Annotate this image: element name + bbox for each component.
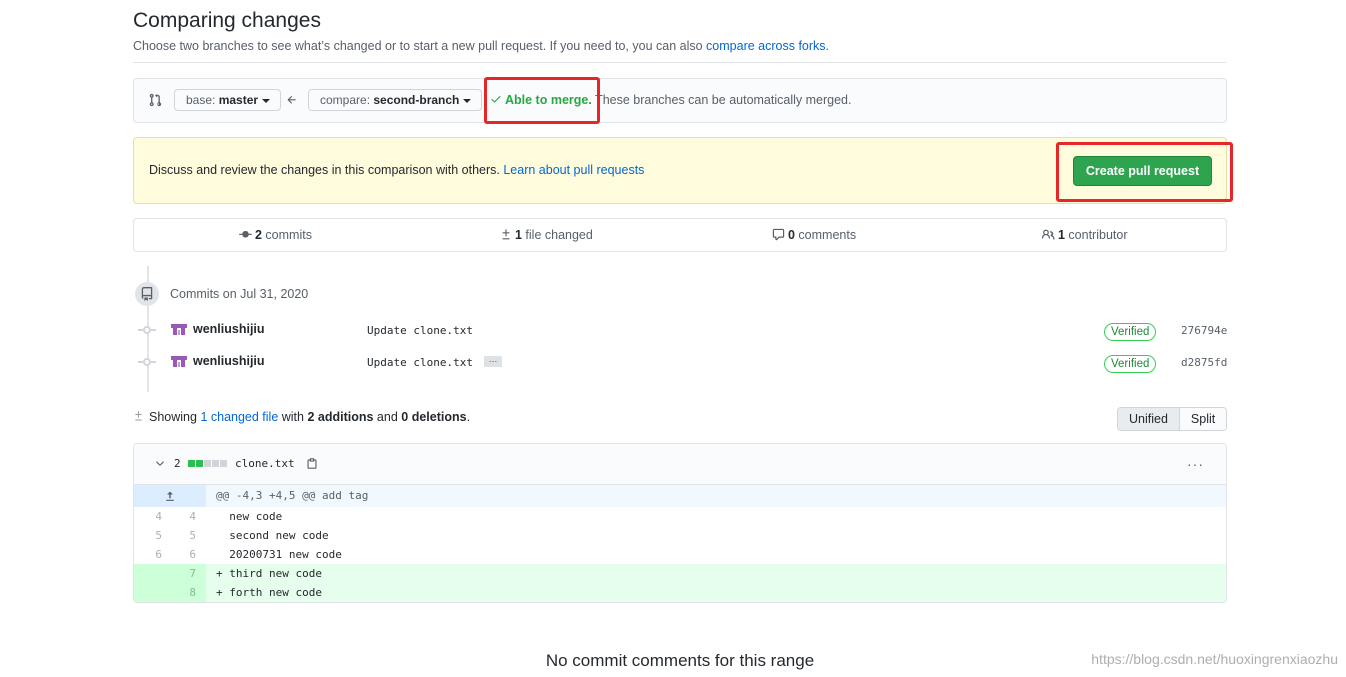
arrow-left-icon xyxy=(287,96,296,104)
summary-prefix: Showing xyxy=(149,410,201,424)
new-line-number[interactable]: 6 xyxy=(158,545,196,564)
hunk-header: @@ -4,3 +4,5 @@ add tag xyxy=(216,489,369,502)
files-label: file changed xyxy=(521,228,593,242)
learn-about-prs-link[interactable]: Learn about pull requests xyxy=(503,163,644,177)
file-header: 2 clone.txt ··· xyxy=(134,444,1226,485)
avatar[interactable] xyxy=(171,323,187,339)
repo-push-icon xyxy=(135,282,159,306)
chevron-down-icon[interactable] xyxy=(154,457,166,469)
caret-down-icon xyxy=(463,98,472,103)
file-diff: 2 clone.txt ··· @@ -4,3 +4,5 @@ add tag … xyxy=(133,443,1227,603)
comments-count: 0 xyxy=(788,228,795,242)
contributors-label: contributor xyxy=(1064,228,1128,242)
commit-message[interactable]: Update clone.txt xyxy=(367,324,473,337)
title-divider xyxy=(133,62,1226,63)
base-label: base: xyxy=(186,93,219,107)
deletions-count: 0 deletions xyxy=(401,410,467,424)
base-branch-select[interactable]: base: master xyxy=(174,89,282,111)
commit-sha[interactable]: d2875fd xyxy=(1181,356,1227,369)
new-line-number[interactable]: 5 xyxy=(158,526,196,545)
diff-line: 4 4 new code xyxy=(134,507,1226,526)
compare-bar: base: master compare: second-branch Able… xyxy=(133,78,1227,123)
summary-and: and xyxy=(373,410,402,424)
annotation-box-create-pr xyxy=(1056,142,1233,202)
compare-across-forks-link[interactable]: compare across forks. xyxy=(706,39,829,53)
files-changed-stat[interactable]: 1 file changed xyxy=(500,228,593,242)
comments-label: comments xyxy=(794,228,857,242)
commits-stat[interactable]: 2 commits xyxy=(239,228,312,242)
commit-author[interactable]: wenliushijiu xyxy=(193,322,265,336)
commit-node xyxy=(138,326,156,334)
verified-badge[interactable]: Verified xyxy=(1104,323,1157,341)
diff-line: 5 5 second new code xyxy=(134,526,1226,545)
diff-summary: Showing 1 changed file with 2 additions … xyxy=(133,410,470,424)
commits-date-heading: Commits on Jul 31, 2020 xyxy=(170,287,309,301)
caret-down-icon xyxy=(262,98,271,103)
compare-branch-name: second-branch xyxy=(373,93,460,107)
diff-line-code: new code xyxy=(216,510,283,523)
compare-label: compare: xyxy=(320,93,374,107)
flash-text: Discuss and review the changes in this c… xyxy=(149,163,504,177)
base-branch-name: master xyxy=(218,93,259,107)
split-view-button[interactable]: Split xyxy=(1179,408,1227,430)
comment-icon xyxy=(772,228,785,241)
description-text: Choose two branches to see what’s change… xyxy=(133,39,707,53)
git-compare-icon xyxy=(149,93,162,107)
file-name[interactable]: clone.txt xyxy=(235,457,295,470)
comparison-stats: 2 commits 1 file changed 0 comments 1 co… xyxy=(133,218,1227,252)
contributors-stat[interactable]: 1 contributor xyxy=(1041,228,1127,242)
diff-line-added: 8 + forth new code xyxy=(134,583,1226,602)
commit-node xyxy=(138,358,156,366)
diff-line-code: 20200731 new code xyxy=(216,548,342,561)
contributors-count: 1 xyxy=(1058,228,1065,242)
new-line-number[interactable]: 7 xyxy=(158,564,196,583)
commits-label: commits xyxy=(261,228,312,242)
summary-suffix: . xyxy=(466,410,471,424)
file-change-count: 2 xyxy=(174,457,181,470)
changed-files-link[interactable]: 1 changed file xyxy=(200,410,278,424)
compare-branch-select[interactable]: compare: second-branch xyxy=(308,89,483,111)
clipboard-icon[interactable] xyxy=(306,457,318,470)
files-count: 1 xyxy=(515,228,522,242)
expand-commit-message-button[interactable]: … xyxy=(484,355,502,367)
people-icon xyxy=(1041,229,1055,240)
avatar[interactable] xyxy=(171,355,187,371)
page-title: Comparing changes xyxy=(133,9,321,32)
file-options-menu[interactable]: ··· xyxy=(1187,456,1204,472)
expand-up-icon xyxy=(166,491,174,501)
page-description: Choose two branches to see what’s change… xyxy=(133,39,829,53)
summary-mid: with xyxy=(278,410,308,424)
diff-view-toggle: Unified Split xyxy=(1117,407,1228,431)
commit-message[interactable]: Update clone.txt xyxy=(367,356,473,369)
diff-line-code: + forth new code xyxy=(216,586,322,599)
merge-detail-text: These branches can be automatically merg… xyxy=(591,93,852,107)
verified-badge[interactable]: Verified xyxy=(1104,355,1157,373)
commits-count: 2 xyxy=(255,228,262,242)
diff-line: 6 6 20200731 new code xyxy=(134,545,1226,564)
diff-line-code: + third new code xyxy=(216,567,322,580)
comments-stat[interactable]: 0 comments xyxy=(772,228,856,242)
commit-row: wenliushijiu Update clone.txt Verified 2… xyxy=(133,319,1227,343)
new-line-number[interactable]: 8 xyxy=(158,583,196,602)
watermark: https://blog.csdn.net/huoxingrenxiaozhu xyxy=(1091,651,1338,667)
annotation-box-merge xyxy=(484,77,600,124)
commit-author[interactable]: wenliushijiu xyxy=(193,354,265,368)
diff-icon xyxy=(135,411,142,421)
commit-sha[interactable]: 276794e xyxy=(1181,324,1227,337)
diffstat-blocks xyxy=(188,460,227,467)
diff-icon xyxy=(502,229,510,240)
diff-line-added: 7 + third new code xyxy=(134,564,1226,583)
commit-icon xyxy=(239,231,252,238)
flash-message: Discuss and review the changes in this c… xyxy=(149,163,644,177)
expand-up-button[interactable] xyxy=(134,485,206,507)
unified-view-button[interactable]: Unified xyxy=(1118,408,1180,430)
commit-row: wenliushijiu Update clone.txt … Verified… xyxy=(133,351,1227,375)
new-line-number[interactable]: 4 xyxy=(158,507,196,526)
additions-count: 2 additions xyxy=(307,410,374,424)
diff-line-code: second new code xyxy=(216,529,329,542)
hunk-header-row: @@ -4,3 +4,5 @@ add tag xyxy=(134,485,1226,507)
